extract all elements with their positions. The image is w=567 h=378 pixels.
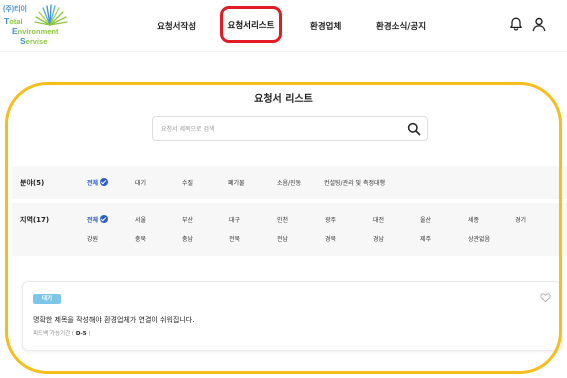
logo[interactable]: (주)티이 Total Environment Servise — [3, 4, 73, 48]
header: (주)티이 Total Environment Servise 요청서작성 요청… — [0, 0, 567, 52]
nav-item-request-list-label: 요청서리스트 — [227, 20, 275, 31]
filter-region-jeonnam[interactable]: 전남 — [277, 234, 288, 243]
filter-field-row: 분야(5) 전체 대기 수질 폐기물 소음/진동 컨설팅/관리 및 측정대행 — [12, 166, 567, 199]
filter-region-daejeon[interactable]: 대전 — [373, 215, 384, 224]
page-title: 요청서 리스트 — [254, 94, 313, 105]
filter-field-air[interactable]: 대기 — [135, 178, 146, 187]
user-icon[interactable] — [531, 16, 547, 32]
filter-region-incheon[interactable]: 인천 — [277, 215, 288, 224]
nav-item-env-news[interactable]: 환경소식/공지 — [376, 20, 426, 32]
filter-region-daegu[interactable]: 대구 — [229, 215, 240, 224]
nav-item-request-list[interactable]: 요청서리스트 — [220, 6, 282, 43]
logo-line-total: Total — [4, 16, 23, 27]
filter-region-chungnam[interactable]: 충남 — [182, 234, 193, 243]
logo-line-service: Servise — [20, 36, 48, 47]
nav-item-request-write[interactable]: 요청서작성 — [157, 20, 196, 32]
filter-region-row: 지역(17) 전체 서울 부산 대구 인천 광주 대전 울산 세종 경기 강원 … — [12, 203, 567, 256]
filter-region-label: 지역(17) — [20, 216, 50, 224]
category-badge: 대기 — [33, 294, 61, 304]
card-title: 명확한 제목을 작성해야 환경업체가 연결이 쉬워집니다. — [33, 316, 195, 324]
nav-item-env-companies[interactable]: 환경업체 — [310, 20, 341, 32]
logo-prefix: (주)티이 — [3, 6, 27, 13]
filter-field-all[interactable]: 전체 — [87, 178, 109, 187]
filter-field-waste[interactable]: 폐기물 — [228, 178, 245, 187]
filter-region-seoul[interactable]: 서울 — [135, 215, 146, 224]
check-icon — [100, 178, 109, 186]
filter-region-jeonbuk[interactable]: 전북 — [229, 234, 240, 243]
filter-region-all[interactable]: 전체 — [87, 215, 109, 224]
filter-field-water[interactable]: 수질 — [182, 178, 193, 187]
filter-region-gyeonggi[interactable]: 경기 — [515, 215, 526, 224]
filter-region-any[interactable]: 상관없음 — [468, 234, 490, 243]
logo-sunburst-icon — [34, 4, 68, 26]
filter-field-label: 분야(5) — [20, 179, 45, 187]
heart-icon[interactable] — [540, 292, 551, 303]
card-feedback-period: 피드백 가능기간 ( D-5 ) — [33, 331, 91, 337]
filter-region-gyeongbuk[interactable]: 경북 — [325, 234, 336, 243]
search-box — [152, 116, 428, 141]
search-icon[interactable] — [407, 122, 421, 136]
filter-field-consulting[interactable]: 컨설팅/관리 및 측정대행 — [324, 178, 385, 187]
filter-region-ulsan[interactable]: 울산 — [420, 215, 431, 224]
filter-region-gyeongnam[interactable]: 경남 — [373, 234, 384, 243]
logo-line-environment: Environment — [12, 26, 59, 37]
request-card[interactable]: 대기 명확한 제목을 작성해야 환경업체가 연결이 쉬워집니다. 피드백 가능기… — [22, 281, 562, 351]
filter-field-noise[interactable]: 소음/진동 — [277, 178, 301, 187]
bell-icon[interactable] — [508, 16, 524, 32]
check-icon — [100, 215, 109, 223]
filter-region-sejong[interactable]: 세종 — [468, 215, 479, 224]
search-input[interactable] — [161, 121, 401, 137]
filter-region-gangwon[interactable]: 강원 — [87, 234, 98, 243]
filter-region-chungbuk[interactable]: 충북 — [135, 234, 146, 243]
filter-region-jeju[interactable]: 제주 — [420, 234, 431, 243]
filter-region-gwangju[interactable]: 광주 — [325, 215, 336, 224]
filter-region-busan[interactable]: 부산 — [182, 215, 193, 224]
